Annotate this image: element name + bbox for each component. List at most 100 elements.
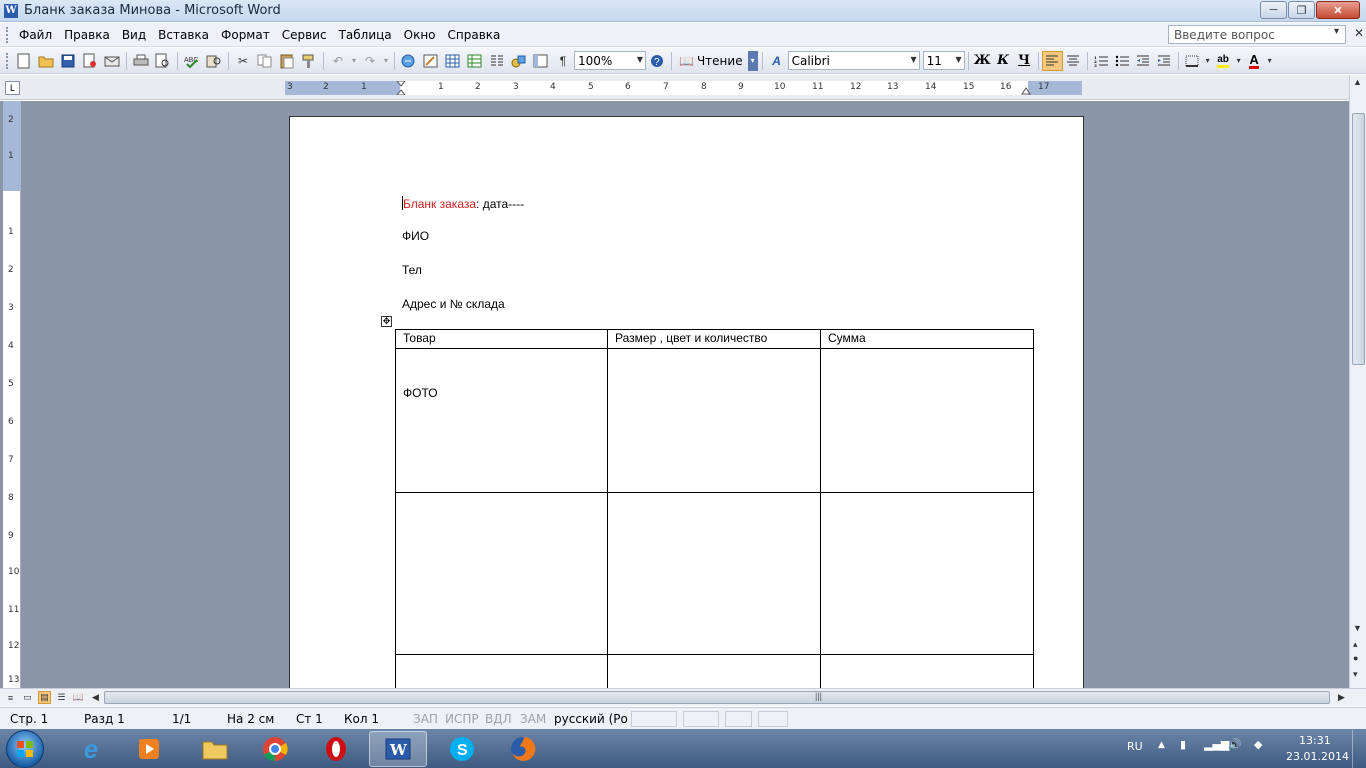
borders-button[interactable] bbox=[1182, 51, 1203, 71]
print-icon[interactable] bbox=[131, 51, 151, 71]
vertical-ruler[interactable]: 2 1 1 2 3 4 5 6 7 8 9 10 11 12 13 bbox=[3, 101, 21, 688]
save-icon[interactable] bbox=[58, 51, 78, 71]
help-dropdown-icon[interactable]: ▾ bbox=[1334, 26, 1339, 37]
table-header-cell[interactable]: Размер , цвет и количество bbox=[607, 329, 821, 349]
right-indent-marker-icon[interactable] bbox=[1021, 85, 1031, 95]
menu-file[interactable]: Файл bbox=[13, 26, 58, 44]
status-section[interactable]: Разд 1 bbox=[84, 712, 125, 726]
scroll-right-icon[interactable]: ▶ bbox=[1335, 691, 1348, 704]
taskbar-media-player-icon[interactable] bbox=[120, 731, 178, 767]
tray-network-icon[interactable]: ▂▄▆ bbox=[1204, 738, 1229, 751]
align-center-button[interactable] bbox=[1063, 51, 1084, 71]
numbering-button[interactable]: 123 bbox=[1091, 51, 1112, 71]
minimize-button[interactable]: ─ bbox=[1260, 1, 1287, 19]
reading-view-icon[interactable]: 📖 bbox=[72, 691, 85, 704]
insert-excel-icon[interactable] bbox=[465, 51, 485, 71]
highlight-dropdown-icon[interactable]: ▾ bbox=[1235, 51, 1243, 71]
table-cell[interactable] bbox=[607, 492, 821, 655]
table-cell[interactable] bbox=[820, 492, 1034, 655]
paragraph-fio[interactable]: ФИО bbox=[402, 229, 429, 243]
tables-borders-icon[interactable] bbox=[421, 51, 441, 71]
status-line[interactable]: Ст 1 bbox=[296, 712, 323, 726]
tray-volume-icon[interactable]: 🔊 bbox=[1228, 738, 1242, 751]
start-button[interactable] bbox=[6, 730, 44, 768]
permission-icon[interactable] bbox=[80, 51, 100, 71]
status-page-count[interactable]: 1/1 bbox=[172, 712, 191, 726]
table-move-handle-icon[interactable]: ✥ bbox=[381, 316, 392, 327]
show-desktop-button[interactable] bbox=[1352, 730, 1366, 768]
font-name-select[interactable]: Calibri ▼ bbox=[787, 51, 920, 70]
research-icon[interactable] bbox=[204, 51, 224, 71]
table-cell[interactable] bbox=[395, 492, 608, 655]
bold-button[interactable]: Ж bbox=[972, 51, 993, 71]
scroll-left-icon[interactable]: ◀ bbox=[89, 691, 102, 704]
font-size-select[interactable]: 11 ▼ bbox=[922, 51, 965, 70]
outline-view-icon[interactable]: ☰ bbox=[55, 691, 68, 704]
paragraph-address[interactable]: Адрес и № склада bbox=[402, 297, 505, 311]
close-button[interactable]: ✕ bbox=[1316, 1, 1360, 19]
chevron-down-icon[interactable]: ▼ bbox=[955, 55, 961, 64]
copy-icon[interactable] bbox=[255, 51, 275, 71]
close-document-icon[interactable]: ✕ bbox=[1354, 26, 1364, 40]
tray-clock-date[interactable]: 23.01.2014 bbox=[1286, 750, 1349, 763]
hyperlink-icon[interactable] bbox=[399, 51, 419, 71]
font-color-dropdown-icon[interactable]: ▾ bbox=[1266, 51, 1274, 71]
help-search-input[interactable]: Введите вопрос bbox=[1168, 25, 1346, 44]
print-preview-icon[interactable] bbox=[153, 51, 173, 71]
maximize-button[interactable]: ❐ bbox=[1288, 1, 1315, 19]
menu-edit[interactable]: Правка bbox=[58, 26, 116, 44]
taskbar-opera-icon[interactable] bbox=[307, 731, 365, 767]
menu-table[interactable]: Таблица bbox=[333, 26, 398, 44]
tray-show-hidden-icon[interactable]: ▲ bbox=[1158, 740, 1165, 750]
scroll-up-icon[interactable]: ▲ bbox=[1353, 77, 1362, 87]
status-column[interactable]: Кол 1 bbox=[344, 712, 379, 726]
align-left-button[interactable] bbox=[1041, 50, 1063, 71]
bullets-button[interactable] bbox=[1112, 51, 1133, 71]
menu-format[interactable]: Формат bbox=[215, 26, 276, 44]
tray-dropbox-icon[interactable]: ◆ bbox=[1254, 738, 1262, 751]
font-color-button[interactable]: A bbox=[1244, 51, 1265, 71]
status-position[interactable]: На 2 см bbox=[227, 712, 274, 726]
redo-dropdown-icon[interactable]: ▾ bbox=[382, 51, 390, 71]
menu-window[interactable]: Окно bbox=[398, 26, 442, 44]
increase-indent-button[interactable] bbox=[1154, 51, 1175, 71]
tab-selector[interactable]: L bbox=[5, 81, 20, 95]
taskbar-explorer-icon[interactable] bbox=[186, 731, 244, 767]
menu-tools[interactable]: Сервис bbox=[276, 26, 333, 44]
cut-icon[interactable]: ✂ bbox=[233, 51, 253, 71]
table-cell[interactable] bbox=[820, 654, 1034, 688]
tray-power-icon[interactable]: ▮ bbox=[1180, 738, 1186, 751]
reading-layout-button[interactable]: 📖 Чтение bbox=[675, 51, 747, 71]
toolbar-grip[interactable] bbox=[6, 26, 9, 43]
table-header-cell[interactable]: Товар bbox=[395, 329, 608, 349]
menu-insert[interactable]: Вставка bbox=[152, 26, 215, 44]
horizontal-ruler[interactable]: 3 2 1 1 2 3 4 5 6 7 8 9 10 11 12 13 14 1… bbox=[285, 81, 1082, 95]
indent-marker-icon[interactable] bbox=[396, 81, 406, 95]
highlight-button[interactable]: ab bbox=[1213, 51, 1234, 71]
underline-button[interactable]: Ч bbox=[1014, 51, 1035, 71]
columns-icon[interactable] bbox=[487, 51, 507, 71]
vertical-scrollbar[interactable]: ▲ ▼ ▴ ● ▾ bbox=[1349, 75, 1366, 689]
menu-help[interactable]: Справка bbox=[442, 26, 507, 44]
status-overtype[interactable]: ЗАМ bbox=[520, 712, 546, 726]
taskbar-chrome-icon[interactable] bbox=[246, 731, 304, 767]
borders-dropdown-icon[interactable]: ▾ bbox=[1204, 51, 1212, 71]
table-cell[interactable] bbox=[820, 348, 1034, 493]
status-spelling-box[interactable] bbox=[631, 711, 677, 727]
horizontal-scroll-thumb[interactable]: ||| bbox=[104, 691, 1330, 704]
email-icon[interactable] bbox=[102, 51, 122, 71]
taskbar-word-icon[interactable]: W bbox=[369, 731, 427, 767]
status-record-macro[interactable]: ЗАП bbox=[413, 712, 438, 726]
paste-icon[interactable] bbox=[277, 51, 297, 71]
redo-icon[interactable]: ↷ bbox=[360, 51, 380, 71]
toolbar-options-icon[interactable]: ▾ bbox=[747, 50, 758, 71]
taskbar-internet-explorer-icon[interactable]: e bbox=[62, 731, 120, 767]
table-cell[interactable]: ФОТО bbox=[395, 348, 608, 493]
drawing-icon[interactable] bbox=[509, 51, 529, 71]
undo-icon[interactable]: ↶ bbox=[328, 51, 348, 71]
chevron-down-icon[interactable]: ▼ bbox=[910, 55, 916, 64]
tray-clock-time[interactable]: 13:31 bbox=[1299, 734, 1331, 747]
print-layout-icon[interactable]: ▤ bbox=[38, 691, 51, 704]
menu-view[interactable]: Вид bbox=[116, 26, 152, 44]
format-painter-icon[interactable] bbox=[299, 51, 319, 71]
